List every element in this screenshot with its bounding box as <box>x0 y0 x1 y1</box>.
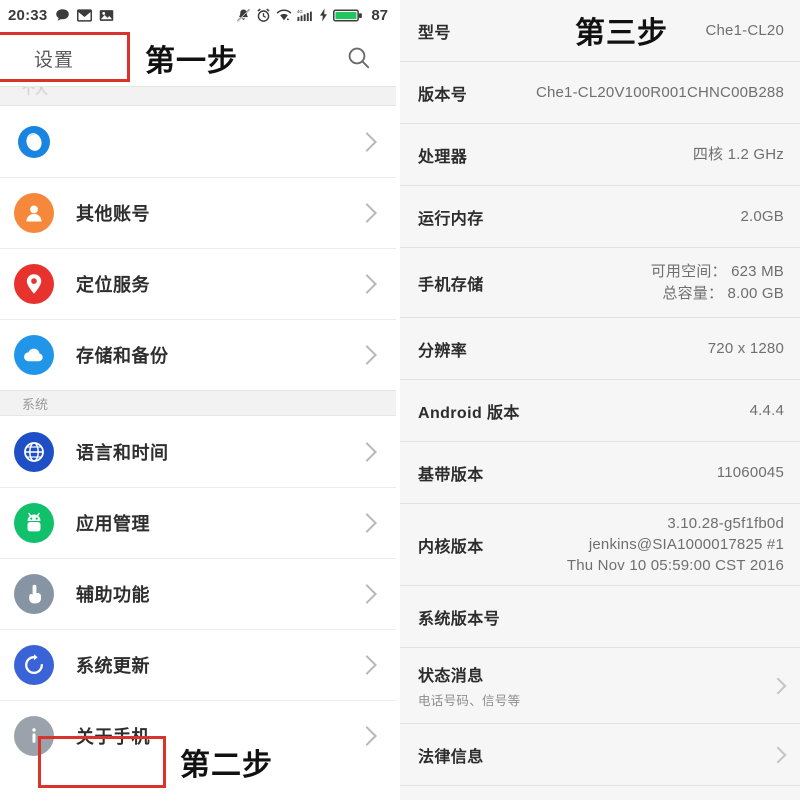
section-header-system: 系统 <box>0 390 396 416</box>
chat-bubble-icon <box>55 8 70 23</box>
info-row-ram-value: 2.0GB <box>740 207 784 225</box>
chevron-right-icon <box>357 344 377 365</box>
info-row-system-version-key: 系统版本号 <box>418 610 501 628</box>
info-row-system-version[interactable]: 系统版本号 <box>400 586 800 648</box>
info-row-ram[interactable]: 运行内存 2.0GB <box>400 186 800 248</box>
alarm-clock-icon <box>256 8 271 23</box>
info-row-processor-value: 四核 1.2 GHz <box>692 145 784 163</box>
status-bar-notification-icons <box>55 8 114 23</box>
info-row-baseband-version[interactable]: 基带版本 11060045 <box>400 442 800 504</box>
settings-row-theme[interactable] <box>0 106 396 177</box>
charging-bolt-icon <box>319 8 328 22</box>
search-icon <box>346 45 372 71</box>
page-title: 设置 <box>34 49 75 71</box>
chevron-right-icon <box>357 654 377 675</box>
search-button[interactable] <box>344 43 374 73</box>
info-row-status-message-sub: 电话号码、信号等 <box>418 694 521 708</box>
settings-row-storage-backup[interactable]: 存储和备份 <box>0 319 396 390</box>
refresh-icon <box>14 644 54 685</box>
svg-text:4G: 4G <box>297 9 303 14</box>
settings-row-language-time-label: 语言和时间 <box>76 442 169 463</box>
android-robot-icon <box>14 502 54 543</box>
chevron-right-icon <box>357 131 377 152</box>
info-icon <box>14 715 54 756</box>
info-row-build-number[interactable]: 版本号 Che1-CL20V100R001CHNC00B288 <box>400 62 800 124</box>
info-row-status-message-keyblock: 状态消息 电话号码、信号等 <box>418 662 520 709</box>
status-bar-system-icons: 4G 87 <box>236 7 388 24</box>
info-row-storage-value: 可用空间： 623 MB 总容量： 8.00 GB <box>650 263 784 302</box>
settings-row-system-update[interactable]: 系统更新 <box>0 629 396 700</box>
about-phone-panel: 型号 Che1-CL20 版本号 Che1-CL20V100R001CHNC00… <box>400 0 800 800</box>
status-bar-clock: 20:33 <box>8 6 48 24</box>
info-row-legal-information-key: 法律信息 <box>418 748 484 766</box>
info-row-ram-key: 运行内存 <box>418 210 484 228</box>
settings-row-app-management-label: 应用管理 <box>76 513 150 534</box>
section-header-personal-label: 个人 <box>22 86 49 97</box>
settings-row-about-phone[interactable]: 关于手机 <box>0 700 396 771</box>
info-row-build-number-key: 版本号 <box>418 86 468 104</box>
section-header-system-label: 系统 <box>22 397 49 412</box>
info-row-processor[interactable]: 处理器 四核 1.2 GHz <box>400 124 800 186</box>
settings-row-accessibility[interactable]: 辅助功能 <box>0 558 396 629</box>
info-row-model[interactable]: 型号 Che1-CL20 <box>400 0 800 62</box>
hand-pointer-icon <box>14 573 54 614</box>
settings-row-app-management[interactable]: 应用管理 <box>0 487 396 558</box>
info-row-kernel-version-key: 内核版本 <box>418 538 484 556</box>
info-row-android-version[interactable]: Android 版本 4.4.4 <box>400 380 800 442</box>
info-row-android-version-value: 4.4.4 <box>749 401 784 419</box>
info-row-kernel-version-value: 3.10.28-g5f1fb0d jenkins@SIA1000017825 #… <box>566 514 784 575</box>
signal-4g-icon: 4G <box>297 8 314 22</box>
chevron-right-icon <box>357 202 377 223</box>
info-row-resolution[interactable]: 分辨率 720 x 1280 <box>400 318 800 380</box>
info-row-status-message-key: 状态消息 <box>418 668 484 685</box>
theme-ring-icon <box>14 122 54 162</box>
wifi-icon <box>276 8 292 22</box>
chevron-right-icon <box>357 273 377 294</box>
settings-row-other-accounts-label: 其他账号 <box>76 203 150 224</box>
cloud-icon <box>14 334 54 375</box>
settings-title-bar: 设置 <box>0 30 396 86</box>
settings-row-system-update-label: 系统更新 <box>76 655 150 676</box>
info-row-model-key: 型号 <box>418 24 451 42</box>
settings-row-accessibility-label: 辅助功能 <box>76 584 150 605</box>
chevron-right-icon <box>357 512 377 533</box>
settings-row-location[interactable]: 定位服务 <box>0 248 396 319</box>
tutorial-screenshot: 20:33 4G 87 设置 个人 其他账号 定位服务 存储和备份 系统 语言和… <box>0 0 800 800</box>
info-row-resolution-value: 720 x 1280 <box>707 339 784 357</box>
battery-percent-label: 87 <box>371 6 388 24</box>
person-icon <box>14 192 54 233</box>
info-row-status-message[interactable]: 状态消息 电话号码、信号等 <box>400 648 800 724</box>
chevron-right-icon <box>357 441 377 462</box>
battery-icon <box>333 8 363 23</box>
chevron-right-icon <box>357 725 377 746</box>
settings-row-other-accounts[interactable]: 其他账号 <box>0 177 396 248</box>
location-pin-icon <box>14 263 54 304</box>
info-row-kernel-version[interactable]: 内核版本 3.10.28-g5f1fb0d jenkins@SIA1000017… <box>400 504 800 586</box>
info-row-baseband-version-key: 基带版本 <box>418 466 484 484</box>
chevron-right-icon <box>357 583 377 604</box>
info-row-android-version-key: Android 版本 <box>418 404 520 422</box>
section-header-personal: 个人 <box>0 86 396 106</box>
chevron-right-icon <box>769 746 787 763</box>
settings-row-language-time[interactable]: 语言和时间 <box>0 416 396 487</box>
settings-row-location-label: 定位服务 <box>76 274 150 295</box>
envelope-icon <box>77 8 93 22</box>
screenshot-icon <box>99 9 114 22</box>
info-row-baseband-version-value: 11060045 <box>716 463 784 481</box>
settings-row-about-phone-label: 关于手机 <box>76 726 150 747</box>
globe-icon <box>14 431 54 472</box>
info-row-resolution-key: 分辨率 <box>418 342 468 360</box>
info-row-storage[interactable]: 手机存储 可用空间： 623 MB 总容量： 8.00 GB <box>400 248 800 318</box>
settings-panel: 20:33 4G 87 设置 个人 其他账号 定位服务 存储和备份 系统 语言和… <box>0 0 396 800</box>
info-row-legal-information[interactable]: 法律信息 <box>400 724 800 786</box>
chevron-right-icon <box>769 677 787 694</box>
info-row-storage-key: 手机存储 <box>418 276 484 294</box>
info-row-processor-key: 处理器 <box>418 148 468 166</box>
info-row-build-number-value: Che1-CL20V100R001CHNC00B288 <box>535 83 784 101</box>
info-row-model-value: Che1-CL20 <box>705 21 784 39</box>
mute-bell-icon <box>236 8 251 23</box>
status-bar: 20:33 4G 87 <box>0 0 396 30</box>
settings-row-storage-backup-label: 存储和备份 <box>76 345 169 366</box>
